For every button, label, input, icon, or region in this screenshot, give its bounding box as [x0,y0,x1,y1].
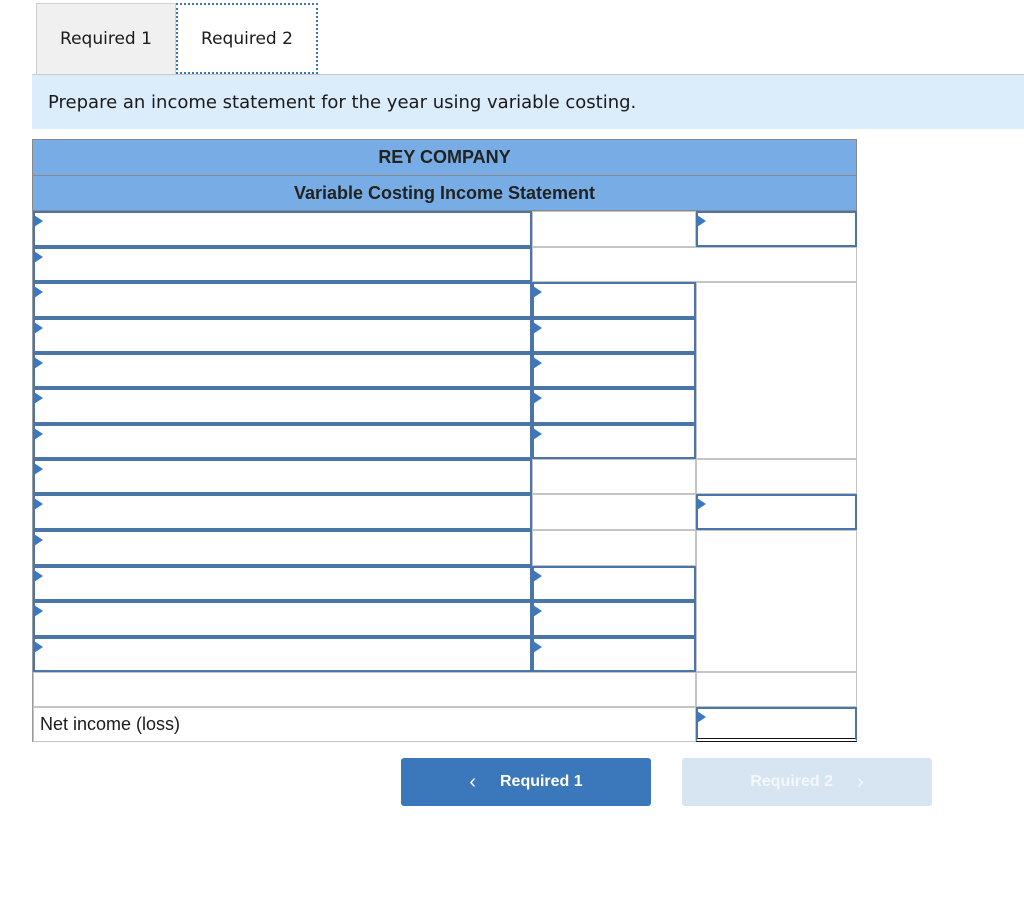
net-income-input[interactable] [698,709,855,738]
row-10-label-select[interactable] [33,530,532,566]
previous-required-1-button[interactable]: ‹ Required 1 [401,758,651,806]
rows-3-7-total-blank [696,282,857,459]
row-6-label-input[interactable] [35,390,530,422]
row-3-label-select[interactable] [33,282,532,318]
row-4-amount-cell[interactable] [532,318,696,353]
row-8-label-input[interactable] [35,461,530,492]
tab-bar: Required 1 Required 2 [36,3,318,74]
row-9-label-select[interactable] [33,494,532,530]
row-10-amount-cell [532,530,696,566]
row-1-total-input-cell[interactable] [696,211,857,247]
row-12-amount-input[interactable] [534,603,694,635]
row-7-amount-input[interactable] [534,426,694,457]
row-13-label-select[interactable] [33,637,532,672]
row-1-label-select[interactable] [33,211,532,247]
instruction-text: Prepare an income statement for the year… [48,91,637,113]
row-11-amount-cell[interactable] [532,566,696,601]
row-2-label-input[interactable] [35,249,530,280]
row-1-total-input[interactable] [698,213,855,245]
row-9-total-input[interactable] [698,496,855,528]
row-11-label-input[interactable] [35,568,530,599]
chevron-left-icon: ‹ [469,770,476,793]
row-13-amount-cell[interactable] [532,637,696,672]
net-income-label-cell: Net income (loss) [33,707,696,742]
tab-required-1[interactable]: Required 1 [36,3,176,74]
next-required-2-button[interactable]: Required 2 › [682,758,932,806]
row-7-amount-cell[interactable] [532,424,696,459]
row-9-total-input-cell[interactable] [696,494,857,530]
row-1-amount-cell [532,211,696,247]
row-4-label-input[interactable] [35,320,530,351]
net-income-label: Net income (loss) [40,714,181,734]
row-1-label-input[interactable] [35,213,530,245]
row-9-amount-cell [532,494,696,530]
row-3-amount-cell[interactable] [532,282,696,318]
row-5-label-select[interactable] [33,353,532,388]
row-11-label-select[interactable] [33,566,532,601]
row-14-total-cell [696,672,857,707]
row-6-amount-cell[interactable] [532,388,696,424]
instruction-banner: Prepare an income statement for the year… [32,74,1024,129]
row-6-label-select[interactable] [33,388,532,424]
row-5-label-input[interactable] [35,355,530,386]
row-7-label-input[interactable] [35,426,530,457]
row-4-amount-input[interactable] [534,320,694,351]
row-3-amount-input[interactable] [534,284,694,316]
previous-button-label: Required 1 [499,773,583,790]
row-8-amount-cell [532,459,696,494]
row-13-amount-input[interactable] [534,639,694,670]
row-12-label-select[interactable] [33,601,532,637]
row-3-label-input[interactable] [35,284,530,316]
company-name-header: REY COMPANY [32,139,857,175]
rows-10-13-total-blank [696,530,857,672]
row-7-label-select[interactable] [33,424,532,459]
row-12-label-input[interactable] [35,603,530,635]
row-9-label-input[interactable] [35,496,530,528]
statement-title-header: Variable Costing Income Statement [32,175,857,211]
row-8-total-cell [696,459,857,494]
row-5-amount-cell[interactable] [532,353,696,388]
statement-grid: Net income (loss) [32,211,857,742]
chevron-right-icon: › [857,770,864,793]
row-2-label-select[interactable] [33,247,532,282]
next-button-label: Required 2 [750,773,833,790]
row-8-label-select[interactable] [33,459,532,494]
row-14-blank-cell [33,672,696,707]
tab-required-2[interactable]: Required 2 [176,3,318,74]
row-11-amount-input[interactable] [534,568,694,599]
row-5-amount-input[interactable] [534,355,694,386]
income-statement-table: REY COMPANY Variable Costing Income Stat… [32,139,857,742]
row-12-amount-cell[interactable] [532,601,696,637]
net-income-input-cell[interactable] [696,707,857,742]
row-10-label-input[interactable] [35,532,530,564]
row-2-blank-cell [532,247,857,282]
row-4-label-select[interactable] [33,318,532,353]
row-6-amount-input[interactable] [534,390,694,422]
row-13-label-input[interactable] [35,639,530,670]
